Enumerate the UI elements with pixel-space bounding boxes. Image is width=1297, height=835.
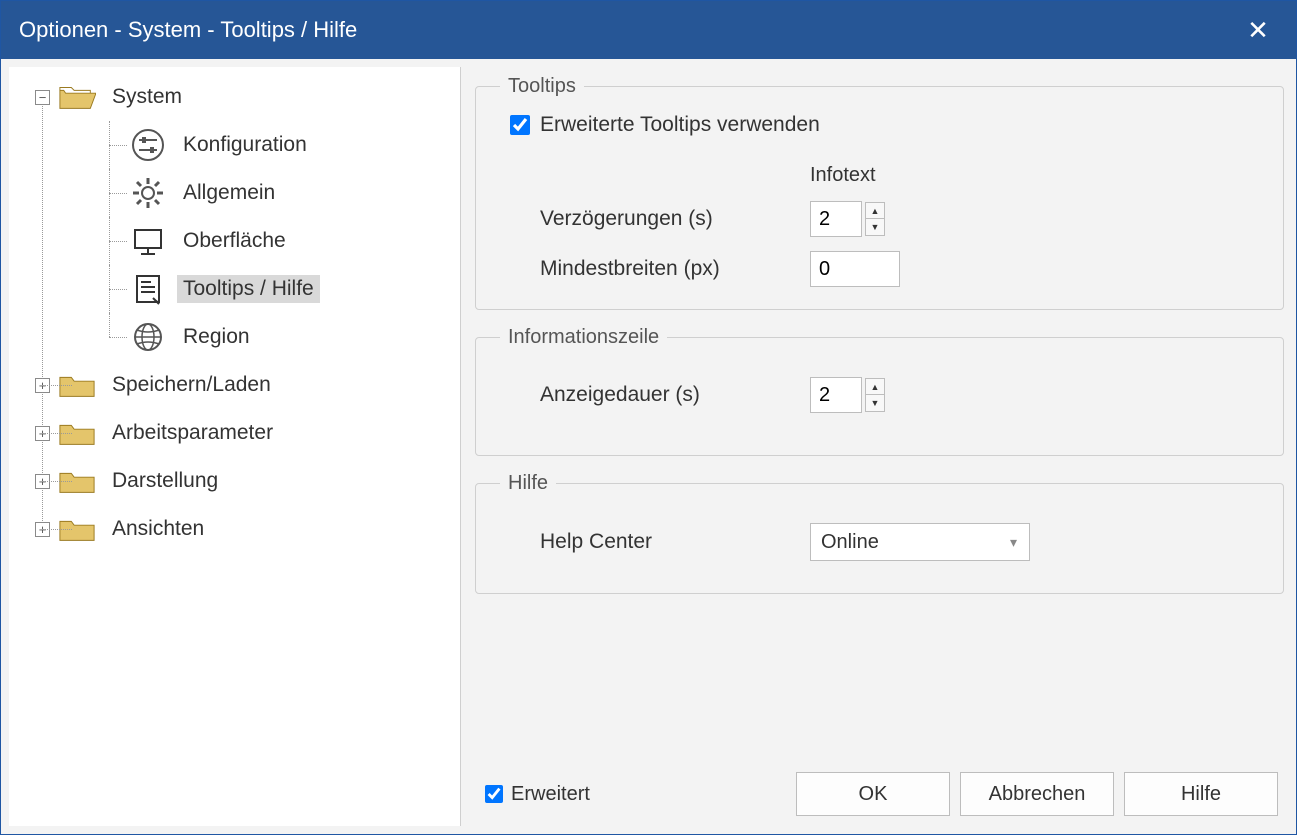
tree-item-speichern-laden[interactable]: + Speichern/Laden bbox=[9, 361, 460, 409]
tree-item-darstellung[interactable]: + Darstellung bbox=[9, 457, 460, 505]
ok-button[interactable]: OK bbox=[796, 772, 950, 816]
spinner-up-icon[interactable]: ▲ bbox=[865, 378, 885, 395]
delay-input[interactable] bbox=[810, 201, 862, 237]
expand-icon[interactable]: + bbox=[35, 474, 50, 489]
expand-icon[interactable]: + bbox=[35, 378, 50, 393]
titlebar: Optionen - System - Tooltips / Hilfe ✕ bbox=[1, 1, 1296, 59]
folder-icon bbox=[58, 513, 96, 545]
tree-item-tooltips-hilfe[interactable]: Tooltips / Hilfe bbox=[9, 265, 460, 313]
helpcenter-label: Help Center bbox=[540, 530, 810, 554]
window-title: Optionen - System - Tooltips / Hilfe bbox=[19, 17, 1238, 43]
extended-tooltips-label: Erweiterte Tooltips verwenden bbox=[540, 113, 820, 137]
infotext-header: Infotext bbox=[810, 164, 1259, 187]
tree-item-system[interactable]: − System bbox=[9, 73, 460, 121]
delay-label: Verzögerungen (s) bbox=[540, 207, 810, 231]
expand-icon[interactable]: + bbox=[35, 426, 50, 441]
minwidth-input[interactable] bbox=[810, 251, 900, 287]
extended-tooltips-checkbox[interactable] bbox=[510, 115, 530, 135]
display-duration-input[interactable] bbox=[810, 377, 862, 413]
help-group: Hilfe Help Center Online bbox=[475, 472, 1284, 594]
tree-label: Konfiguration bbox=[177, 131, 313, 159]
tree-label: System bbox=[106, 83, 188, 111]
tree-label: Tooltips / Hilfe bbox=[177, 275, 320, 303]
sliders-icon bbox=[129, 129, 167, 161]
category-tree: − System Konfiguration Allg bbox=[9, 67, 461, 826]
options-dialog: Optionen - System - Tooltips / Hilfe ✕ −… bbox=[0, 0, 1297, 835]
tree-item-region[interactable]: Region bbox=[9, 313, 460, 361]
collapse-icon[interactable]: − bbox=[35, 90, 50, 105]
globe-icon bbox=[129, 321, 167, 353]
folder-icon bbox=[58, 465, 96, 497]
tree-item-oberflaeche[interactable]: Oberfläche bbox=[9, 217, 460, 265]
spinner-down-icon[interactable]: ▼ bbox=[865, 395, 885, 412]
tree-label: Arbeitsparameter bbox=[106, 419, 279, 447]
minwidth-label: Mindestbreiten (px) bbox=[540, 257, 810, 281]
tree-item-allgemein[interactable]: Allgemein bbox=[9, 169, 460, 217]
tooltips-group: Tooltips Erweiterte Tooltips verwenden I… bbox=[475, 75, 1284, 310]
tree-label: Region bbox=[177, 323, 256, 351]
gear-icon bbox=[129, 177, 167, 209]
helpcenter-value: Online bbox=[821, 531, 879, 554]
infoline-group: Informationszeile Anzeigedauer (s) ▲ ▼ bbox=[475, 326, 1284, 456]
expand-icon[interactable]: + bbox=[35, 522, 50, 537]
tree-label: Ansichten bbox=[106, 515, 210, 543]
monitor-icon bbox=[129, 225, 167, 257]
close-icon[interactable]: ✕ bbox=[1238, 10, 1278, 50]
cancel-button[interactable]: Abbrechen bbox=[960, 772, 1114, 816]
document-icon bbox=[129, 273, 167, 305]
display-duration-label: Anzeigedauer (s) bbox=[540, 383, 810, 407]
spinner-up-icon[interactable]: ▲ bbox=[865, 202, 885, 219]
tree-item-arbeitsparameter[interactable]: + Arbeitsparameter bbox=[9, 409, 460, 457]
tooltips-legend: Tooltips bbox=[500, 75, 584, 98]
helpcenter-select[interactable]: Online bbox=[810, 523, 1030, 561]
advanced-label: Erweitert bbox=[511, 783, 590, 806]
tree-item-konfiguration[interactable]: Konfiguration bbox=[9, 121, 460, 169]
folder-open-icon bbox=[58, 81, 96, 113]
infoline-legend: Informationszeile bbox=[500, 326, 667, 349]
help-legend: Hilfe bbox=[500, 472, 556, 495]
folder-icon bbox=[58, 369, 96, 401]
tree-item-ansichten[interactable]: + Ansichten bbox=[9, 505, 460, 553]
tree-label: Speichern/Laden bbox=[106, 371, 277, 399]
advanced-checkbox[interactable] bbox=[485, 785, 503, 803]
tree-label: Oberfläche bbox=[177, 227, 292, 255]
tree-label: Darstellung bbox=[106, 467, 224, 495]
spinner-down-icon[interactable]: ▼ bbox=[865, 219, 885, 236]
folder-icon bbox=[58, 417, 96, 449]
tree-label: Allgemein bbox=[177, 179, 281, 207]
dialog-footer: Erweitert OK Abbrechen Hilfe bbox=[475, 766, 1284, 822]
help-button[interactable]: Hilfe bbox=[1124, 772, 1278, 816]
